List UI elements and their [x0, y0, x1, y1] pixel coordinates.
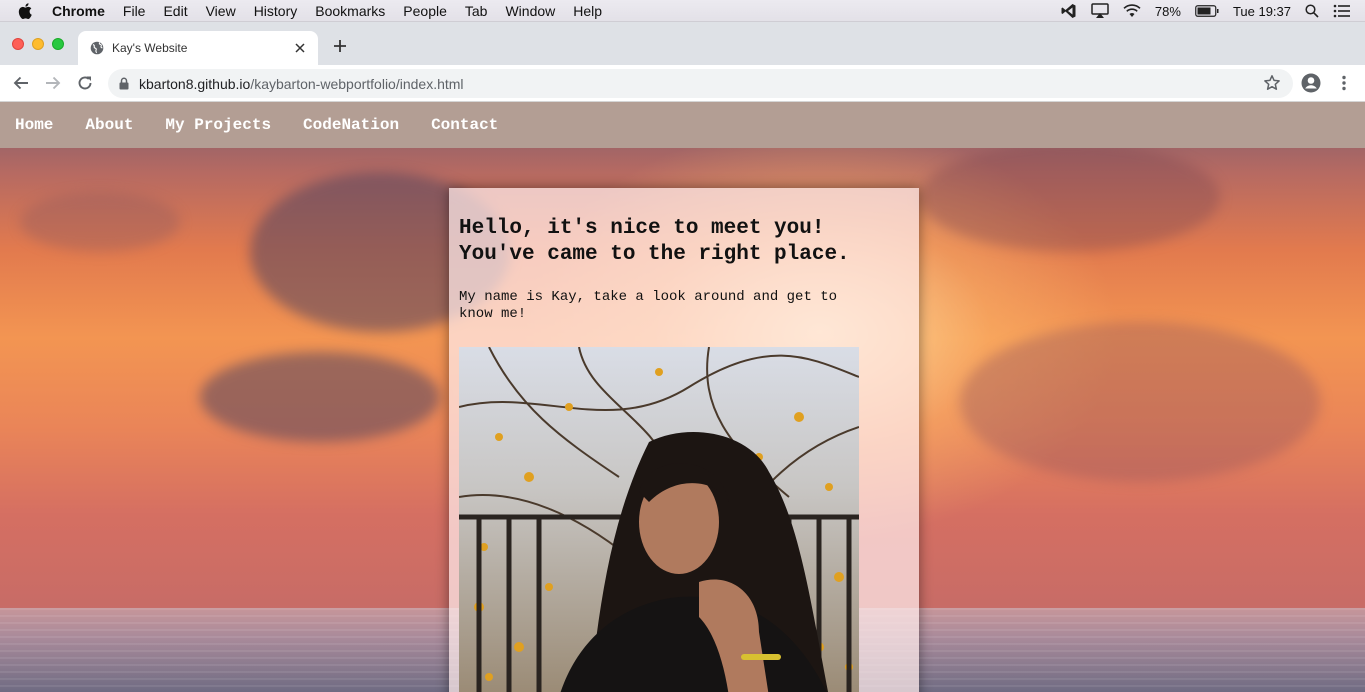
address-bar[interactable]: kbarton8.github.io/kaybarton-webportfoli… — [108, 69, 1293, 98]
menu-app-name[interactable]: Chrome — [52, 3, 105, 19]
profile-photo — [459, 347, 859, 692]
wifi-icon[interactable] — [1123, 4, 1141, 18]
globe-icon — [90, 41, 104, 55]
url-path: /kaybarton-webportfolio/index.html — [250, 75, 464, 92]
reload-icon[interactable] — [75, 73, 95, 93]
menu-edit[interactable]: Edit — [163, 3, 187, 19]
battery-icon[interactable] — [1195, 5, 1219, 17]
nav-codenation[interactable]: CodeNation — [303, 116, 399, 134]
profile-avatar-icon[interactable] — [1301, 73, 1321, 93]
menu-window[interactable]: Window — [505, 3, 555, 19]
menu-people[interactable]: People — [403, 3, 447, 19]
window-controls — [12, 38, 64, 50]
notification-center-icon[interactable] — [1333, 4, 1351, 18]
nav-home[interactable]: Home — [15, 116, 53, 134]
menu-bookmarks[interactable]: Bookmarks — [315, 3, 385, 19]
zoom-window-button[interactable] — [52, 38, 64, 50]
clock[interactable]: Tue 19:37 — [1233, 4, 1291, 19]
chrome-menu-icon[interactable] — [1334, 73, 1354, 93]
cloud-shape — [200, 352, 440, 442]
intro-text: My name is Kay, take a look around and g… — [459, 289, 838, 322]
menu-help[interactable]: Help — [573, 3, 602, 19]
cloud-shape — [920, 142, 1220, 252]
page-viewport: Home About My Projects CodeNation Contac… — [0, 102, 1365, 692]
lock-icon[interactable] — [119, 77, 129, 90]
intro-heading: Hello, it's nice to meet you! You've cam… — [459, 217, 850, 266]
menubar-status-area: 78% Tue 19:37 — [1061, 0, 1351, 22]
person-portrait-image — [560, 432, 829, 692]
forward-arrow-icon[interactable] — [43, 73, 63, 93]
menu-file[interactable]: File — [123, 3, 146, 19]
cloud-shape — [960, 322, 1320, 482]
back-arrow-icon[interactable] — [11, 73, 31, 93]
minimize-window-button[interactable] — [32, 38, 44, 50]
battery-percent: 78% — [1154, 3, 1181, 19]
new-tab-button[interactable] — [330, 36, 350, 56]
apple-logo-icon[interactable] — [18, 2, 38, 19]
spotlight-search-icon[interactable] — [1305, 4, 1319, 18]
bookmark-star-icon[interactable] — [1263, 74, 1281, 92]
menu-tab[interactable]: Tab — [465, 3, 488, 19]
browser-tab-active[interactable]: Kay's Website — [78, 31, 318, 65]
nav-my-projects[interactable]: My Projects — [165, 116, 271, 134]
menu-history[interactable]: History — [254, 3, 298, 19]
url-host: kbarton8.github.io — [139, 75, 251, 92]
cloud-shape — [20, 192, 180, 252]
menu-view[interactable]: View — [206, 3, 236, 19]
close-window-button[interactable] — [12, 38, 24, 50]
tab-title: Kay's Website — [112, 41, 188, 55]
browser-tab-strip: Kay's Website — [0, 22, 1365, 65]
nav-contact[interactable]: Contact — [431, 116, 498, 134]
intro-card: Hello, it's nice to meet you! You've cam… — [449, 188, 919, 692]
vscode-icon[interactable] — [1061, 3, 1077, 19]
nav-about[interactable]: About — [85, 116, 133, 134]
macos-menu-bar: Chrome File Edit View History Bookmarks … — [0, 0, 1365, 22]
browser-toolbar: kbarton8.github.io/kaybarton-webportfoli… — [0, 65, 1365, 102]
airplay-icon[interactable] — [1091, 3, 1109, 19]
close-tab-icon[interactable] — [292, 40, 308, 56]
site-navbar: Home About My Projects CodeNation Contac… — [0, 102, 1365, 148]
